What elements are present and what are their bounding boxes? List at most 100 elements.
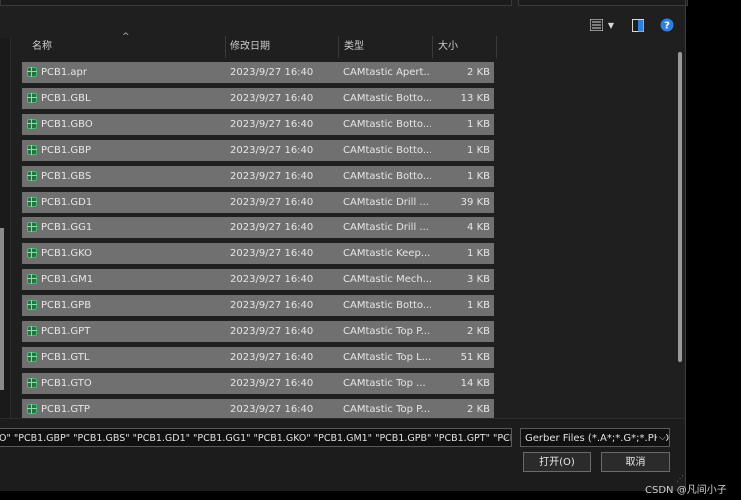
file-open-dialog: ▼ ? ^ 名称 修改日期 类型 大小 PCB1.apr 2023/9/27 16… <box>0 0 688 491</box>
gerber-file-icon <box>27 404 37 414</box>
file-size: 3 KB <box>467 274 490 285</box>
file-name: PCB1.GPT <box>41 326 91 337</box>
address-bar[interactable] <box>0 0 512 6</box>
gerber-file-icon <box>27 248 37 258</box>
gerber-file-icon <box>27 378 37 388</box>
open-button[interactable]: 打开(O) <box>523 452 591 472</box>
file-type: CAMtastic Top ... <box>343 378 426 389</box>
file-date: 2023/9/27 16:40 <box>230 197 314 208</box>
file-type: CAMtastic Botto... <box>343 145 431 156</box>
file-size: 1 KB <box>467 119 490 130</box>
file-row[interactable]: PCB1.GKO 2023/9/27 16:40 CAMtastic Keep...… <box>22 243 494 264</box>
chevron-down-icon[interactable]: ⌵ <box>501 429 508 446</box>
file-row[interactable]: PCB1.GG1 2023/9/27 16:40 CAMtastic Drill .… <box>22 217 494 238</box>
file-name: PCB1.GM1 <box>41 274 94 285</box>
file-type: CAMtastic Botto... <box>343 300 431 311</box>
file-date: 2023/9/27 16:40 <box>230 93 314 104</box>
column-header-type[interactable]: 类型 <box>334 36 430 58</box>
gerber-file-icon <box>27 352 37 362</box>
navigation-pane-scrollbar[interactable] <box>0 228 4 390</box>
help-icon[interactable]: ? <box>659 16 675 34</box>
file-row[interactable]: PCB1.GTL 2023/9/27 16:40 CAMtastic Top L..… <box>22 347 494 368</box>
column-header-name[interactable]: 名称 <box>22 36 225 58</box>
gerber-file-icon <box>27 145 37 155</box>
file-date: 2023/9/27 16:40 <box>230 145 314 156</box>
search-box[interactable] <box>518 0 688 6</box>
file-name-input[interactable]: O" "PCB1.GBP" "PCB1.GBS" "PCB1.GD1" "PCB… <box>0 428 512 447</box>
gerber-file-icon <box>27 171 37 181</box>
file-name: PCB1.GBP <box>41 145 92 156</box>
file-size: 4 KB <box>467 222 490 233</box>
file-type: CAMtastic Top L... <box>343 352 431 363</box>
column-header-date[interactable]: 修改日期 <box>220 36 334 58</box>
file-type: CAMtastic Drill ... <box>343 197 429 208</box>
file-row[interactable]: PCB1.GBO 2023/9/27 16:40 CAMtastic Botto..… <box>22 114 494 135</box>
file-name: PCB1.GBL <box>41 93 91 104</box>
file-size: 2 KB <box>467 67 490 78</box>
file-size: 39 KB <box>460 197 490 208</box>
file-size: 1 KB <box>467 145 490 156</box>
gerber-file-icon <box>27 326 37 336</box>
file-date: 2023/9/27 16:40 <box>230 378 314 389</box>
chevron-down-icon[interactable]: ⌵ <box>657 429 666 446</box>
file-row[interactable]: PCB1.GTP 2023/9/27 16:40 CAMtastic Top P..… <box>22 399 494 420</box>
file-type: CAMtastic Apert... <box>343 67 431 78</box>
column-header-size[interactable]: 大小 <box>428 36 494 58</box>
gerber-file-icon <box>27 300 37 310</box>
file-type: CAMtastic Botto... <box>343 171 431 182</box>
dialog-border <box>685 0 686 490</box>
gerber-file-icon <box>27 119 37 129</box>
gerber-file-icon <box>27 274 37 284</box>
file-row[interactable]: PCB1.apr 2023/9/27 16:40 CAMtastic Apert..… <box>22 62 494 83</box>
file-row[interactable]: PCB1.GM1 2023/9/27 16:40 CAMtastic Mech...… <box>22 269 494 290</box>
file-date: 2023/9/27 16:40 <box>230 67 314 78</box>
chevron-down-icon[interactable]: ▼ <box>606 16 616 34</box>
file-size: 14 KB <box>460 378 490 389</box>
file-date: 2023/9/27 16:40 <box>230 352 314 363</box>
file-row[interactable]: PCB1.GBS 2023/9/27 16:40 CAMtastic Botto..… <box>22 166 494 187</box>
file-size: 1 KB <box>467 171 490 182</box>
column-header: ^ 名称 修改日期 类型 大小 <box>22 32 497 58</box>
file-date: 2023/9/27 16:40 <box>230 326 314 337</box>
gerber-file-icon <box>27 67 37 77</box>
file-date: 2023/9/27 16:40 <box>230 171 314 182</box>
file-name-value: O" "PCB1.GBP" "PCB1.GBS" "PCB1.GD1" "PCB… <box>0 433 512 444</box>
file-row[interactable]: PCB1.GPB 2023/9/27 16:40 CAMtastic Botto..… <box>22 295 494 316</box>
column-divider[interactable] <box>496 36 497 58</box>
file-list-scrollbar-thumb[interactable] <box>678 52 682 362</box>
file-date: 2023/9/27 16:40 <box>230 222 314 233</box>
view-toolbar: ▼ ? <box>0 12 686 38</box>
preview-pane-icon[interactable] <box>630 16 646 34</box>
file-date: 2023/9/27 16:40 <box>230 119 314 130</box>
file-type: CAMtastic Top P... <box>343 326 431 337</box>
file-type: CAMtastic Drill ... <box>343 222 429 233</box>
file-name: PCB1.GTP <box>41 404 90 415</box>
gerber-file-icon <box>27 222 37 232</box>
gerber-file-icon <box>27 197 37 207</box>
file-type-value: Gerber Files (*.A*;*.G*;*.PHO <box>525 433 670 444</box>
file-row[interactable]: PCB1.GTO 2023/9/27 16:40 CAMtastic Top ...… <box>22 373 494 394</box>
file-row[interactable]: PCB1.GBP 2023/9/27 16:40 CAMtastic Botto..… <box>22 140 494 161</box>
file-type: CAMtastic Mech... <box>343 274 431 285</box>
file-name: PCB1.apr <box>41 67 88 78</box>
file-type: CAMtastic Botto... <box>343 119 431 130</box>
file-type: CAMtastic Top P... <box>343 404 431 415</box>
watermark: CSDN @凡间小子 <box>645 485 727 496</box>
file-name: PCB1.GD1 <box>41 197 93 208</box>
file-name: PCB1.GTL <box>41 352 90 363</box>
file-row[interactable]: PCB1.GD1 2023/9/27 16:40 CAMtastic Drill .… <box>22 192 494 213</box>
file-name: PCB1.GTO <box>41 378 92 389</box>
file-date: 2023/9/27 16:40 <box>230 300 314 311</box>
gerber-file-icon <box>27 93 37 103</box>
view-details-icon[interactable] <box>588 16 604 34</box>
file-size: 1 KB <box>467 300 490 311</box>
file-row[interactable]: PCB1.GPT 2023/9/27 16:40 CAMtastic Top P..… <box>22 321 494 342</box>
file-size: 51 KB <box>460 352 490 363</box>
file-name: PCB1.GKO <box>41 248 93 259</box>
file-date: 2023/9/27 16:40 <box>230 248 314 259</box>
cancel-button[interactable]: 取消 <box>601 452 670 472</box>
file-name: PCB1.GBO <box>41 119 93 130</box>
file-type-select[interactable]: Gerber Files (*.A*;*.G*;*.PHO ⌵ <box>520 428 670 447</box>
file-size: 13 KB <box>460 93 490 104</box>
file-row[interactable]: PCB1.GBL 2023/9/27 16:40 CAMtastic Botto..… <box>22 88 494 109</box>
